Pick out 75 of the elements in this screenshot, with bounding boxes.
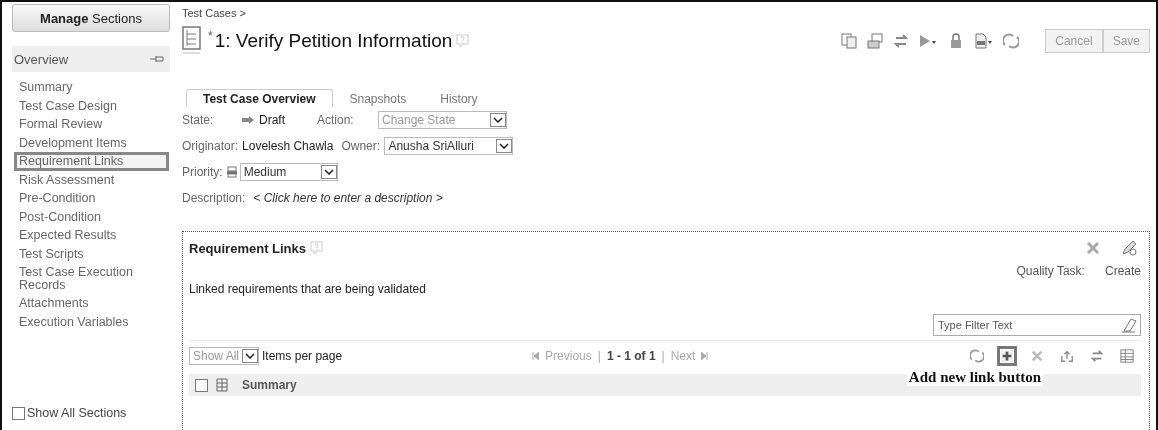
section-link[interactable]: Test Case Execution Records	[14, 263, 169, 294]
field-label: Quality Task:	[1016, 264, 1085, 278]
section-link[interactable]: Post-Condition	[14, 207, 169, 226]
table-icon	[1120, 347, 1134, 364]
create-link[interactable]: Create	[1104, 264, 1141, 278]
section-link[interactable]: Test Case Design	[14, 96, 169, 115]
owner-dropdown[interactable]: Anusha SriAlluri	[384, 137, 514, 155]
checkbox[interactable]	[195, 378, 208, 392]
section-link[interactable]: Expected Results	[14, 226, 169, 245]
tab[interactable]: Snapshots	[332, 89, 424, 107]
section-link[interactable]: Requirement Links	[14, 152, 169, 171]
pin-icon[interactable]	[150, 55, 164, 63]
caret-icon	[323, 169, 334, 175]
field-label: Description:	[182, 191, 246, 205]
add-icon	[1000, 347, 1014, 364]
dropdown-button[interactable]	[496, 139, 513, 153]
required-marker: *	[208, 29, 213, 43]
section-title: Requirement Links	[189, 240, 307, 256]
manage-sections-button[interactable]: Manage Sections	[12, 4, 170, 32]
section-link[interactable]: Development Items	[14, 133, 169, 152]
dropdown-button[interactable]	[490, 113, 506, 127]
page-range: 1 - 1 of 1	[606, 348, 656, 363]
field-label: Originator:	[182, 139, 239, 153]
section-description: Linked requirements that are being validated	[189, 282, 427, 296]
checkbox-label: Show All Sections	[27, 406, 127, 420]
section-link[interactable]: Summary	[14, 78, 169, 97]
filter-field[interactable]: Type Filter Text	[933, 314, 1141, 336]
priority-dropdown[interactable]: Medium	[239, 163, 338, 181]
separator: |	[597, 348, 601, 363]
sync-icon[interactable]	[1003, 33, 1020, 49]
state-value: Draft	[259, 113, 286, 127]
field-label: Priority:	[182, 165, 223, 179]
priority-icon	[226, 166, 237, 178]
field-label: State:	[182, 113, 215, 127]
tab[interactable]: History	[423, 89, 495, 107]
caret-icon	[245, 352, 256, 359]
description-link[interactable]: < Click here to enter a description >	[253, 191, 443, 205]
pencil-icon[interactable]	[1121, 240, 1137, 256]
section-link[interactable]: Formal Review	[14, 115, 169, 134]
checkbox[interactable]	[12, 406, 25, 420]
last-page-icon	[701, 351, 709, 360]
first-page-icon	[532, 351, 540, 360]
field-label: Owner:	[341, 139, 382, 153]
add-button[interactable]	[997, 345, 1017, 366]
tab[interactable]: Test Case Overview	[186, 89, 333, 107]
section-link[interactable]: Test Scripts	[14, 244, 169, 263]
separator: |	[661, 348, 665, 363]
caret-icon	[499, 143, 510, 149]
page-title: 1: Verify Petition Information	[214, 30, 453, 52]
section-link[interactable]: Execution Variables	[14, 312, 169, 331]
eraser-icon[interactable]	[1121, 317, 1137, 333]
section-link[interactable]: Pre-Condition	[14, 189, 169, 208]
copy-icon[interactable]	[841, 33, 858, 49]
play-dropdown-icon[interactable]	[919, 33, 939, 49]
section-link[interactable]: Risk Assessment	[14, 170, 169, 189]
dropdown-button[interactable]	[320, 165, 337, 179]
columns-icon[interactable]	[216, 377, 228, 393]
swap-icon	[1090, 347, 1104, 364]
dropdown-button[interactable]	[242, 348, 259, 363]
originator-value: Lovelesh Chawla	[242, 139, 334, 153]
breadcrumb[interactable]: Test Cases >	[182, 7, 1152, 23]
close-icon[interactable]	[1085, 240, 1101, 256]
arrow-icon	[242, 116, 254, 124]
section-link[interactable]: Attachments	[14, 294, 169, 313]
section-title: Overview	[14, 51, 69, 67]
document-icon	[182, 26, 202, 56]
printer-icon[interactable]	[867, 33, 884, 49]
annotation-label: Add new link button	[906, 369, 1043, 386]
field-label: Action:	[317, 113, 355, 127]
swap-icon[interactable]	[893, 33, 910, 49]
pdf-document-icon[interactable]	[974, 33, 994, 49]
column-header[interactable]: Summary	[242, 378, 297, 392]
field-label: Items per page	[262, 348, 343, 363]
sync-icon	[970, 347, 984, 364]
caret-icon	[493, 117, 503, 123]
